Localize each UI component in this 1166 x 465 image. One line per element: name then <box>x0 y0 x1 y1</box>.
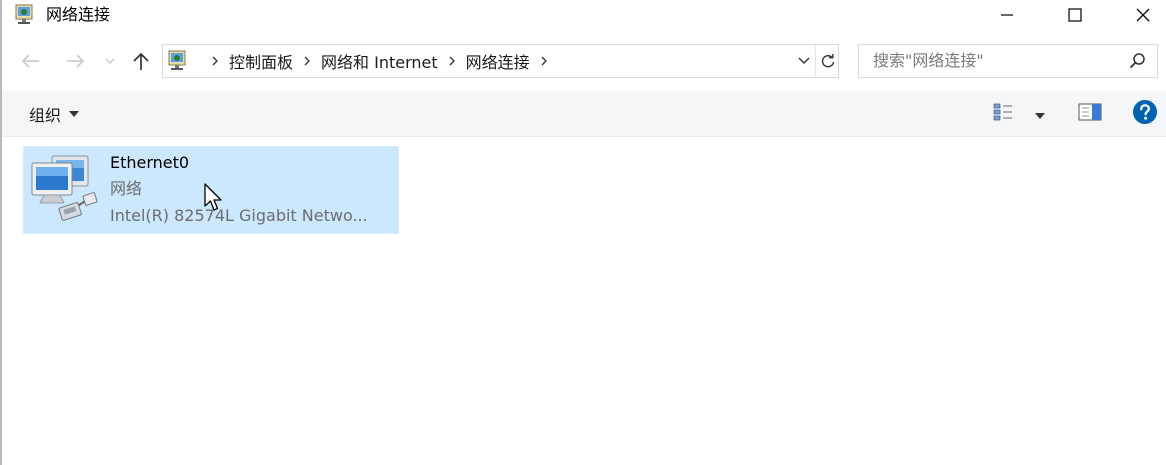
mouse-cursor-icon <box>203 183 225 213</box>
ethernet-adapter-icon <box>30 153 100 225</box>
window-title: 网络连接 <box>46 5 111 24</box>
close-button[interactable] <box>1120 0 1166 30</box>
maximize-button[interactable] <box>1052 0 1098 30</box>
search-icon[interactable] <box>1129 52 1147 70</box>
chevron-right-icon[interactable] <box>293 51 321 71</box>
chevron-right-icon[interactable] <box>438 51 466 71</box>
adapter-name: Ethernet0 <box>110 153 190 172</box>
minimize-button[interactable] <box>984 0 1030 30</box>
network-connections-icon <box>14 4 36 26</box>
breadcrumb: 控制面板 网络和 Internet 网络连接 <box>201 45 558 77</box>
breadcrumb-item-network-connections[interactable]: 网络连接 <box>466 49 530 73</box>
control-panel-icon <box>167 50 189 72</box>
chevron-right-icon[interactable] <box>201 51 229 71</box>
change-view-button[interactable] <box>992 101 1052 127</box>
address-history-button[interactable] <box>793 45 815 77</box>
breadcrumb-item-control-panel[interactable]: 控制面板 <box>229 49 293 73</box>
search-placeholder: 搜索"网络连接" <box>873 51 984 70</box>
breadcrumb-item-network-internet[interactable]: 网络和 Internet <box>321 49 438 73</box>
caret-down-icon[interactable] <box>1034 105 1046 124</box>
help-button[interactable] <box>1132 99 1158 129</box>
help-icon <box>1132 99 1158 129</box>
search-input[interactable]: 搜索"网络连接" <box>858 44 1158 78</box>
back-button[interactable] <box>18 49 44 73</box>
adapter-status: 网络 <box>110 179 143 198</box>
up-button[interactable] <box>128 49 154 73</box>
navigation-bar: 控制面板 网络和 Internet 网络连接 搜索"网络连接" <box>0 42 1166 80</box>
adapter-description: Intel(R) 82574L Gigabit Netwo... <box>110 206 368 225</box>
details-view-icon <box>992 102 1016 126</box>
refresh-button[interactable] <box>815 45 840 77</box>
organize-menu-button[interactable]: 组织 <box>29 91 80 137</box>
title-bar: 网络连接 <box>0 0 1166 30</box>
preview-pane-button[interactable] <box>1076 101 1104 127</box>
command-bar: 组织 <box>2 91 1166 137</box>
organize-label: 组织 <box>29 106 62 125</box>
chevron-right-icon[interactable] <box>530 51 558 71</box>
recent-locations-button[interactable] <box>100 49 120 73</box>
address-bar[interactable]: 控制面板 网络和 Internet 网络连接 <box>162 44 839 78</box>
caret-down-icon <box>69 111 80 117</box>
forward-button[interactable] <box>62 49 88 73</box>
preview-pane-icon <box>1078 103 1102 125</box>
